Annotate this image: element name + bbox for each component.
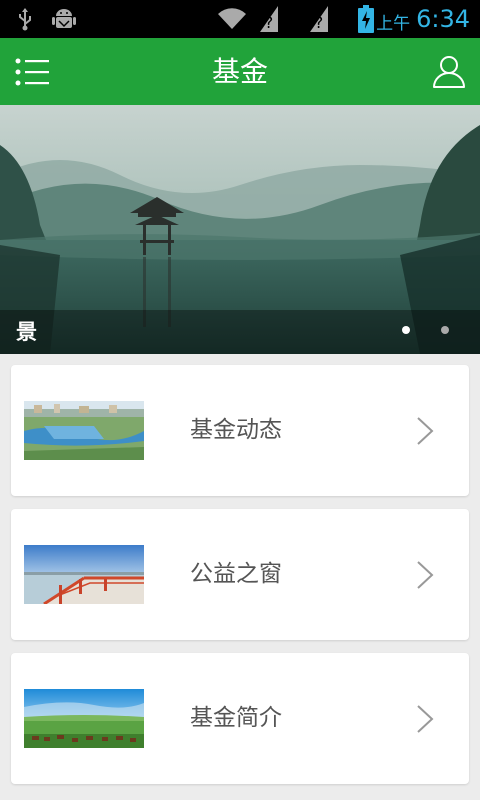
status-bar: ? ? 上午 6:34 bbox=[0, 0, 480, 38]
list-item-label: 基金简介 bbox=[190, 705, 282, 731]
list-item-fund-intro[interactable]: 基金简介 bbox=[11, 653, 469, 784]
list-item-charity-window[interactable]: 公益之窗 bbox=[11, 509, 469, 640]
slide-indicator-active[interactable] bbox=[402, 326, 410, 334]
battery-charging-icon bbox=[356, 0, 376, 38]
lakeside-pavilion-thumbnail bbox=[24, 545, 144, 604]
chevron-right-icon bbox=[416, 704, 434, 734]
chevron-right-icon bbox=[416, 560, 434, 590]
list-item-fund-news[interactable]: 基金动态 bbox=[11, 365, 469, 496]
grassland-horses-thumbnail bbox=[24, 689, 144, 748]
river-city-aerial-thumbnail bbox=[24, 401, 144, 460]
banner-caption: 景 bbox=[16, 320, 37, 344]
chevron-right-icon bbox=[416, 416, 434, 446]
banner-slideshow[interactable]: 景 bbox=[0, 105, 480, 354]
svg-text:?: ? bbox=[265, 13, 274, 32]
usb-icon bbox=[14, 0, 36, 38]
list-item-label: 公益之窗 bbox=[190, 561, 282, 587]
wifi-icon bbox=[216, 0, 248, 38]
android-debug-icon bbox=[50, 0, 78, 38]
list-item-label: 基金动态 bbox=[190, 417, 282, 443]
no-sim-icon: ? bbox=[308, 0, 330, 38]
status-clock: 上午 6:34 bbox=[376, 0, 470, 38]
app-header: 基金 bbox=[0, 38, 480, 105]
status-ampm: 上午 bbox=[376, 13, 411, 34]
status-time: 6:34 bbox=[416, 5, 470, 33]
page-title: 基金 bbox=[211, 55, 268, 88]
svg-text:?: ? bbox=[315, 13, 324, 32]
slide-indicator[interactable] bbox=[441, 326, 449, 334]
no-signal-icon: ? bbox=[258, 0, 280, 38]
user-profile-icon[interactable] bbox=[432, 54, 466, 88]
